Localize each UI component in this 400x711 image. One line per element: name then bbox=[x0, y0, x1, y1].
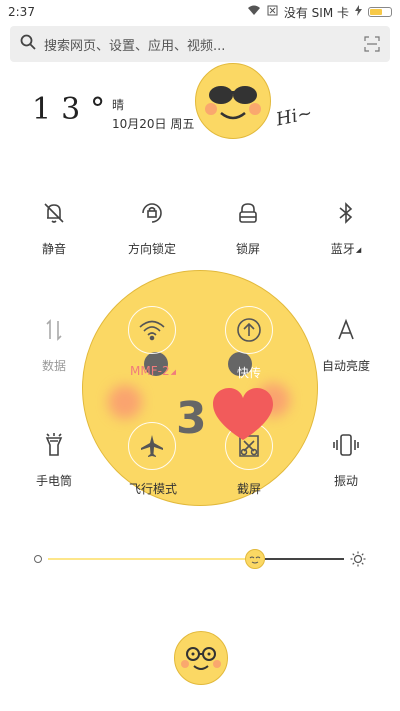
brightness-track bbox=[265, 558, 344, 560]
overlay-number: 3 bbox=[176, 393, 207, 444]
toggle-mute[interactable]: 静音 bbox=[9, 198, 99, 257]
glasses-emoji-icon[interactable] bbox=[174, 631, 228, 685]
temperature: 13° bbox=[32, 92, 116, 127]
brightness-knob[interactable] bbox=[245, 549, 266, 569]
rotation-lock-icon bbox=[142, 203, 162, 223]
battery-fill bbox=[370, 9, 382, 15]
bell-off-icon bbox=[44, 203, 64, 223]
toggle-label: 蓝牙◢ bbox=[330, 242, 362, 256]
toggle-quick-transfer[interactable] bbox=[225, 306, 273, 354]
sunglasses-emoji-icon[interactable] bbox=[195, 63, 271, 139]
toggle-label: 手电筒 bbox=[35, 474, 72, 488]
bluetooth-icon bbox=[339, 202, 353, 224]
toggle-vibrate[interactable]: 振动 bbox=[301, 430, 391, 489]
weather-condition: 晴 bbox=[112, 98, 125, 112]
toggle-label: 快传 bbox=[236, 366, 261, 380]
brightness-track-fill bbox=[48, 558, 256, 560]
brightness-low-icon bbox=[34, 555, 42, 563]
airplane-icon bbox=[141, 435, 163, 457]
heart-icon bbox=[211, 386, 275, 446]
vibrate-icon bbox=[333, 434, 359, 456]
no-sim-text: 没有 SIM 卡 bbox=[283, 5, 349, 20]
weather-date: 10月20日 周五 bbox=[112, 117, 195, 131]
lock-icon bbox=[239, 203, 257, 223]
charging-icon bbox=[355, 5, 362, 19]
wifi-status-icon bbox=[247, 5, 261, 19]
greeting-text: Hi~ bbox=[274, 102, 315, 131]
scan-icon[interactable] bbox=[364, 36, 380, 52]
search-bar[interactable]: 搜索网页、设置、应用、视频... bbox=[10, 26, 390, 62]
toggle-flashlight[interactable]: 手电筒 bbox=[9, 430, 99, 489]
toggle-label: 锁屏 bbox=[235, 242, 260, 256]
status-time: 2:37 bbox=[8, 5, 35, 19]
toggle-label: 截屏 bbox=[236, 482, 261, 496]
toggle-label: MMF-2◢ bbox=[130, 364, 176, 378]
brightness-high-icon bbox=[350, 551, 366, 571]
toggle-label: 方向锁定 bbox=[127, 242, 176, 256]
toggle-label: 振动 bbox=[333, 474, 358, 488]
flashlight-icon bbox=[45, 433, 63, 456]
battery-icon bbox=[368, 7, 392, 17]
toggle-rotation-lock[interactable]: 方向锁定 bbox=[107, 198, 197, 257]
left-blush bbox=[108, 385, 142, 419]
toggle-wifi[interactable] bbox=[128, 306, 176, 354]
auto-brightness-icon bbox=[338, 318, 354, 340]
toggle-airplane[interactable] bbox=[128, 422, 176, 470]
search-icon bbox=[20, 34, 36, 54]
status-bar: 2:37 没有 SIM 卡 bbox=[0, 0, 400, 24]
wifi-icon bbox=[139, 320, 165, 341]
toggle-label: 静音 bbox=[41, 242, 66, 256]
toggle-lock-screen[interactable]: 锁屏 bbox=[203, 198, 293, 257]
sim-status-icon bbox=[267, 5, 278, 19]
search-input[interactable]: 搜索网页、设置、应用、视频... bbox=[44, 35, 364, 54]
status-icons: 没有 SIM 卡 bbox=[247, 4, 392, 21]
brightness-slider[interactable] bbox=[34, 548, 366, 570]
mobile-data-icon bbox=[46, 319, 62, 341]
toggle-label: 飞行模式 bbox=[128, 482, 177, 496]
toggle-bluetooth[interactable]: 蓝牙◢ bbox=[301, 198, 391, 257]
upload-icon bbox=[237, 318, 261, 342]
